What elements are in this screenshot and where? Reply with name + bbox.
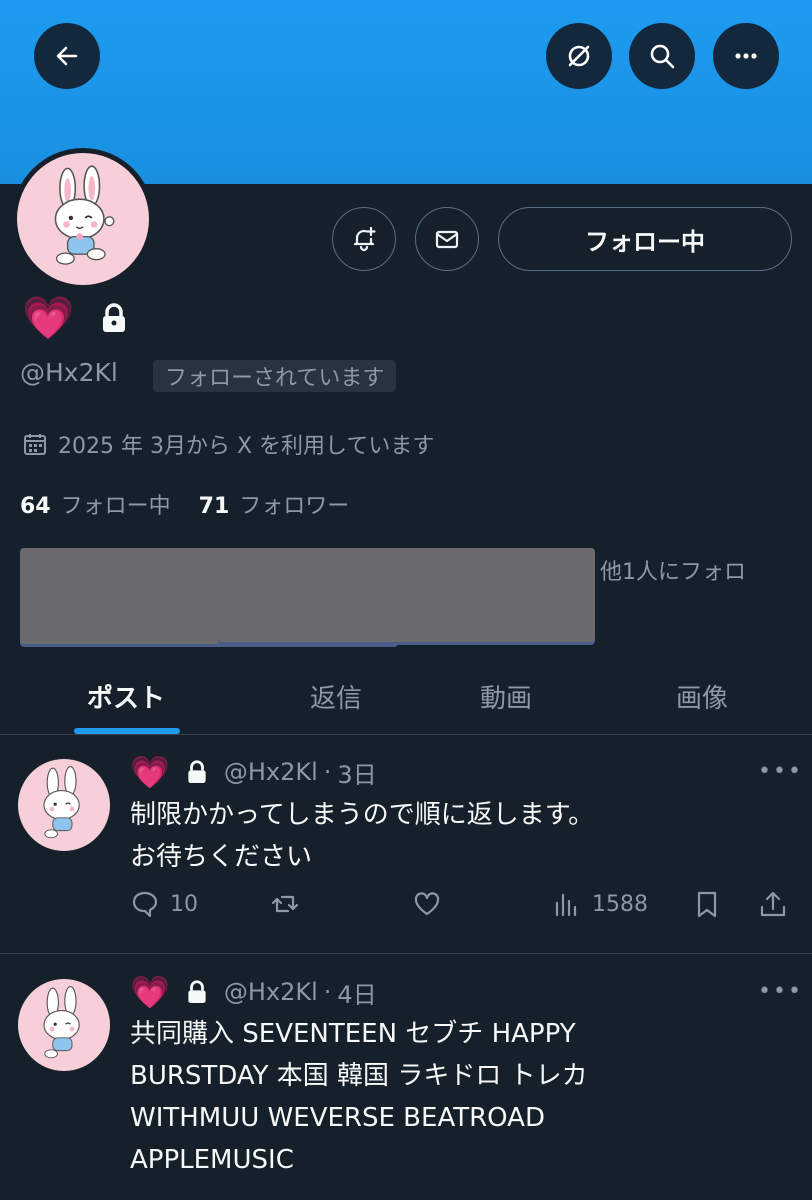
- profile-banner: [0, 0, 812, 184]
- views-count: 1588: [592, 891, 648, 917]
- profile-handle: @Hx2Kl: [20, 358, 118, 387]
- profile-avatar[interactable]: [12, 148, 154, 290]
- bunny-character-avatar: [54, 165, 115, 265]
- post-separator: [0, 953, 812, 954]
- lock-icon: [103, 303, 126, 332]
- notify-button[interactable]: [332, 207, 396, 271]
- follow-counts: 64 フォロー中 71 フォロワー: [20, 488, 349, 520]
- post-avatar[interactable]: [18, 759, 110, 851]
- bell-plus-icon: [353, 226, 376, 252]
- bunny-character-avatar: [43, 986, 80, 1059]
- reply-button[interactable]: 10: [130, 889, 198, 919]
- post-author-emoji: 💗: [130, 973, 170, 1011]
- followers-link[interactable]: 71 フォロワー: [199, 488, 350, 520]
- post-header: 💗 @Hx2Kl · 3日: [130, 753, 377, 791]
- display-name-emoji: 💗: [22, 293, 75, 342]
- back-button[interactable]: [34, 23, 100, 89]
- active-tab-indicator: [74, 728, 180, 734]
- post-item[interactable]: 💗 @Hx2Kl · 4日 ••• 共同購入 SEVENTEEN セブチ HAP…: [0, 955, 812, 1200]
- following-label: フォロー中: [60, 494, 171, 519]
- post-more-button[interactable]: •••: [758, 979, 803, 1004]
- mail-icon: [435, 230, 459, 249]
- tab-replies[interactable]: 返信: [250, 658, 422, 734]
- post-author-emoji: 💗: [130, 753, 170, 791]
- post-text: 制限かかってしまうので順に返します。 お待ちください: [130, 800, 595, 872]
- more-options-button[interactable]: [713, 23, 779, 89]
- search-button[interactable]: [629, 23, 695, 89]
- followed-by-text[interactable]: 他1人にフォロ: [600, 554, 746, 586]
- views-button[interactable]: 1588: [552, 889, 648, 919]
- tab-videos[interactable]: 動画: [420, 658, 592, 734]
- repost-button[interactable]: [270, 889, 310, 919]
- bookmark-button[interactable]: [692, 889, 722, 919]
- repost-icon: [271, 895, 299, 913]
- lock-icon: [188, 980, 206, 1003]
- post-text: 共同購入 SEVENTEEN セブチ HAPPY BURSTDAY 本国 韓国 …: [130, 1019, 588, 1175]
- message-button[interactable]: [415, 207, 479, 271]
- grok-icon: [568, 45, 590, 67]
- views-icon: [555, 893, 577, 917]
- reply-icon: [132, 891, 158, 918]
- profile-tabs: ポスト 返信 動画 画像: [0, 658, 812, 735]
- follows-you-badge: フォローされています: [153, 360, 397, 392]
- followers-count: 71: [198, 494, 230, 519]
- post-header: 💗 @Hx2Kl · 4日: [130, 973, 377, 1011]
- following-link[interactable]: 64 フォロー中: [20, 488, 171, 520]
- search-icon: [650, 44, 675, 69]
- post-handle: @Hx2Kl: [223, 758, 318, 786]
- post-item[interactable]: 💗 @Hx2Kl · 3日 ••• 制限かかってしまうので順に返します。 お待ち…: [0, 735, 812, 953]
- post-avatar[interactable]: [18, 979, 110, 1071]
- post-time[interactable]: 4日: [337, 975, 376, 1010]
- followers-label: フォロワー: [239, 494, 350, 519]
- post-more-button[interactable]: •••: [758, 759, 803, 784]
- heart-icon: [414, 892, 440, 916]
- post-dot: ·: [323, 758, 332, 786]
- tab-posts[interactable]: ポスト: [40, 658, 212, 734]
- following-count: 64: [20, 494, 51, 519]
- post-time[interactable]: 3日: [337, 755, 376, 790]
- reply-count: 10: [170, 891, 198, 917]
- arrow-left-icon: [56, 46, 78, 66]
- like-button[interactable]: [412, 889, 452, 919]
- joined-date: 2025 年 3月から X を利用しています: [22, 428, 434, 460]
- joined-text: 2025 年 3月から X を利用しています: [58, 434, 435, 459]
- post-handle: @Hx2Kl: [223, 978, 318, 1006]
- post-actions: 10 1588: [130, 889, 800, 929]
- post-dot: ·: [323, 978, 332, 1006]
- lock-icon: [188, 760, 206, 783]
- share-button[interactable]: [758, 889, 788, 919]
- calendar-icon: [24, 434, 46, 455]
- bookmark-icon: [697, 891, 717, 918]
- more-icon: [735, 53, 757, 59]
- grok-button[interactable]: [546, 23, 612, 89]
- bunny-character-avatar: [43, 766, 80, 839]
- tab-images[interactable]: 画像: [616, 658, 788, 734]
- display-name: 💗: [22, 294, 128, 342]
- share-icon: [760, 891, 786, 917]
- redacted-follower-box: [218, 548, 595, 642]
- following-button[interactable]: フォロー中: [498, 207, 792, 271]
